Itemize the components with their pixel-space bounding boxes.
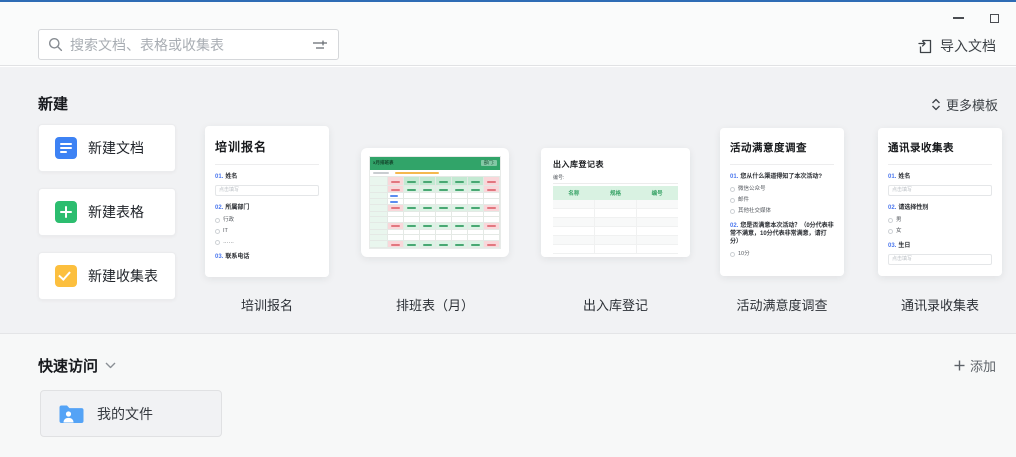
new-document-icon	[55, 137, 77, 159]
template-card-inventory[interactable]: 出入库登记表 编号: 名称 规格 编号	[541, 148, 690, 257]
inventory-thumb-number-label: 编号:	[553, 174, 678, 184]
new-form-label: 新建收集表	[88, 266, 158, 286]
import-document-button[interactable]: 导入文档	[917, 36, 996, 56]
new-section: 新建 更多模板 新建文档 新建表格 新建收集表 培训报名 01.姓名 点击填写 …	[0, 67, 1016, 333]
new-spreadsheet-label: 新建表格	[88, 202, 144, 222]
inventory-thumb-header: 名称 规格 编号	[553, 186, 678, 200]
more-templates-button[interactable]: 更多模板	[931, 95, 998, 114]
new-section-title: 新建	[38, 93, 68, 114]
inventory-thumb-title: 出入库登记表	[553, 159, 678, 170]
thumb-input: 点击填写	[888, 185, 992, 196]
add-quick-access-label: 添加	[970, 356, 996, 375]
minimize-icon	[953, 17, 964, 19]
divider	[888, 164, 992, 165]
template-survey-title: 活动满意度调查	[730, 140, 834, 155]
template-training-title: 培训报名	[215, 138, 319, 155]
template-caption-training[interactable]: 培训报名	[205, 295, 329, 311]
search-placeholder: 搜索文档、表格或收集表	[70, 35, 311, 55]
thumb-radio: 行政	[215, 217, 319, 223]
search-input[interactable]: 搜索文档、表格或收集表	[38, 29, 339, 60]
new-document-button[interactable]: 新建文档	[38, 124, 176, 172]
my-files-folder-icon	[58, 403, 85, 425]
template-contacts-title: 通讯录收集表	[888, 140, 992, 155]
sort-chevrons-icon	[931, 98, 941, 111]
my-files-label: 我的文件	[97, 404, 153, 424]
template-card-schedule[interactable]: x月排班表部门:	[361, 148, 509, 257]
new-spreadsheet-icon	[55, 201, 77, 223]
chevron-down-icon[interactable]	[105, 362, 116, 369]
thumb-input: 点击填写	[215, 185, 319, 196]
template-caption-survey[interactable]: 活动满意度调查	[720, 295, 844, 311]
thumb-radio: 男	[888, 217, 992, 223]
thumb-radio: 邮件	[730, 197, 834, 203]
import-document-label: 导入文档	[940, 36, 996, 56]
my-files-item[interactable]: 我的文件	[40, 390, 222, 437]
thumb-radio: 女	[888, 228, 992, 234]
more-templates-label: 更多模板	[946, 95, 998, 114]
new-form-button[interactable]: 新建收集表	[38, 252, 176, 300]
template-caption-inventory[interactable]: 出入库登记	[541, 295, 690, 311]
new-document-label: 新建文档	[88, 138, 144, 158]
maximize-button[interactable]	[980, 8, 1008, 28]
quick-access-section: 快速访问 添加 我的文件	[0, 333, 1016, 457]
divider	[730, 164, 834, 165]
divider	[215, 164, 319, 165]
thumb-radio: ……	[215, 239, 319, 245]
template-card-training[interactable]: 培训报名 01.姓名 点击填写 02.所属部门 行政 IT …… 03.联系电话	[205, 126, 329, 277]
thumb-input: 点击填写	[888, 254, 992, 265]
template-card-survey[interactable]: 活动满意度调查 01.您从什么渠道得知了本次活动? 微信公众号 邮件 其他社交媒…	[720, 128, 844, 276]
inventory-thumb-rows	[553, 200, 678, 254]
plus-icon	[954, 360, 965, 371]
template-card-contacts[interactable]: 通讯录收集表 01.姓名 点击填写 02.请选择性别 男 女 03.生日 点击填…	[878, 128, 1002, 276]
quick-access-title: 快速访问	[38, 355, 98, 376]
import-document-icon	[917, 38, 934, 55]
new-spreadsheet-button[interactable]: 新建表格	[38, 188, 176, 236]
minimize-button[interactable]	[944, 8, 972, 28]
add-quick-access-button[interactable]: 添加	[954, 356, 996, 375]
thumb-radio: IT	[215, 228, 319, 234]
new-form-icon	[55, 265, 77, 287]
maximize-icon	[990, 14, 999, 23]
thumb-radio: 微信公众号	[730, 186, 834, 192]
template-caption-schedule[interactable]: 排班表（月）	[361, 295, 509, 311]
search-icon	[48, 37, 63, 52]
template-caption-contacts[interactable]: 通讯录收集表	[878, 295, 1002, 311]
schedule-thumbnail: x月排班表部门:	[369, 156, 501, 249]
top-bar: 搜索文档、表格或收集表 导入文档	[0, 2, 1016, 66]
thumb-radio: 其他社交媒体	[730, 208, 834, 214]
search-filter-icon[interactable]	[311, 37, 329, 53]
thumb-radio: 10分	[730, 251, 834, 257]
